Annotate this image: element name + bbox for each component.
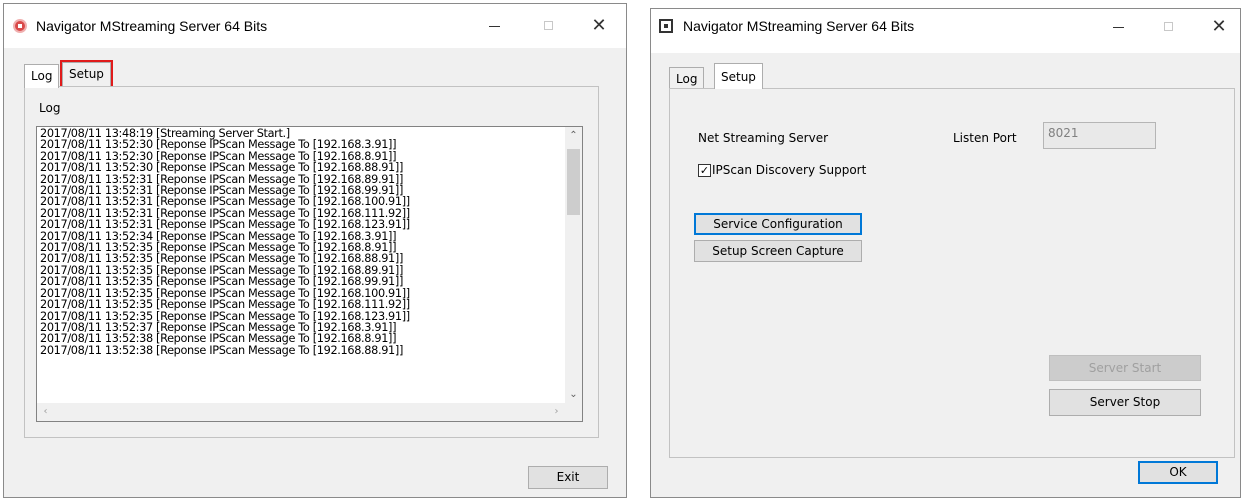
ok-button[interactable]: OK [1138,461,1218,484]
close-icon[interactable]: ✕ [589,16,609,36]
log-window: Navigator MStreaming Server 64 Bits ✕ Lo… [3,3,627,498]
tab-setup[interactable]: Setup [714,63,763,89]
maximize-icon[interactable] [539,16,559,36]
tab-setup[interactable]: Setup [60,60,113,88]
service-configuration-button[interactable]: Service Configuration [694,213,862,235]
scroll-right-icon[interactable]: › [548,403,565,421]
scroll-up-icon[interactable]: ⌃ [565,127,582,144]
scroll-corner [565,403,582,421]
log-group-label: Log [39,101,61,115]
log-line: 2017/08/11 13:52:31 [Reponse IPScan Mess… [40,218,410,232]
app-icon [659,19,673,33]
app-icon [13,19,27,33]
scroll-down-icon[interactable]: ⌄ [565,386,582,403]
close-icon[interactable]: ✕ [1209,17,1229,37]
minimize-icon[interactable] [1109,17,1129,37]
title-bar[interactable]: Navigator MStreaming Server 64 Bits ✕ [651,9,1240,53]
log-line: 2017/08/11 13:52:35 [Reponse IPScan Mess… [40,298,410,312]
exit-button[interactable]: Exit [528,466,608,489]
log-line: 2017/08/11 13:52:38 [Reponse IPScan Mess… [40,343,404,357]
log-panel: Log 2017/08/11 13:48:19 [Streaming Serve… [24,86,599,438]
log-line: 2017/08/11 13:52:30 [Reponse IPScan Mess… [40,161,404,175]
scroll-left-icon[interactable]: ‹ [37,403,54,421]
ipscan-label: IPScan Discovery Support [712,163,867,177]
horizontal-scrollbar[interactable]: ‹ › [37,403,565,421]
window-title: Navigator MStreaming Server 64 Bits [36,18,268,34]
scroll-thumb[interactable] [567,149,580,215]
log-listbox[interactable]: 2017/08/11 13:48:19 [Streaming Server St… [36,126,583,422]
net-streaming-label: Net Streaming Server [698,131,829,145]
setup-screen-capture-button[interactable]: Setup Screen Capture [694,240,862,262]
tab-log[interactable]: Log [669,67,705,89]
listen-port-input[interactable]: 8021 [1043,122,1156,149]
minimize-icon[interactable] [485,16,505,36]
listen-port-label: Listen Port [953,131,1017,145]
setup-window: Navigator MStreaming Server 64 Bits ✕ Lo… [650,8,1241,498]
setup-panel: Net Streaming Server Listen Port 8021 ✓ … [669,88,1235,458]
server-start-button[interactable]: Server Start [1049,355,1201,381]
log-line: 2017/08/11 13:52:35 [Reponse IPScan Mess… [40,275,404,289]
server-stop-button[interactable]: Server Stop [1049,389,1201,416]
ipscan-checkbox[interactable]: ✓ [698,164,711,177]
tab-log[interactable]: Log [24,64,60,88]
log-list: 2017/08/11 13:48:19 [Streaming Server St… [37,127,582,357]
window-title: Navigator MStreaming Server 64 Bits [683,18,915,34]
log-line: 2017/08/11 13:52:38 [Reponse IPScan Mess… [40,332,397,346]
maximize-icon[interactable] [1159,17,1179,37]
vertical-scrollbar[interactable]: ⌃ ⌄ [565,127,582,403]
title-bar[interactable]: Navigator MStreaming Server 64 Bits ✕ [4,4,626,48]
